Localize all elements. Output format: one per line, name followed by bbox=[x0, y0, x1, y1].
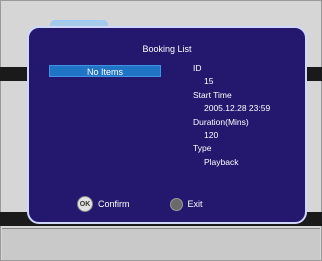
booking-list-dialog: Booking List No Items ID 15 Start Time 2… bbox=[27, 26, 307, 224]
exit-button-icon bbox=[169, 197, 183, 211]
bottom-strip bbox=[2, 228, 320, 260]
id-label: ID bbox=[193, 63, 202, 73]
dialog-title: Booking List bbox=[142, 44, 192, 54]
ok-button-icon[interactable]: OK bbox=[77, 196, 93, 212]
booking-details: ID 15 Start Time 2005.12.28 23:59 Durati… bbox=[193, 62, 270, 169]
start-time-value: 2005.12.28 23:59 bbox=[204, 103, 271, 114]
duration-value: 120 bbox=[204, 129, 219, 140]
id-value: 15 bbox=[204, 76, 214, 87]
confirm-label: Confirm bbox=[98, 199, 130, 209]
list-item-no-items[interactable]: No Items bbox=[49, 65, 161, 77]
type-label: Type bbox=[193, 143, 212, 154]
start-time-label: Start Time bbox=[193, 89, 232, 100]
type-value: Playback bbox=[204, 156, 239, 167]
exit-button[interactable]: Exit bbox=[169, 197, 203, 211]
exit-label: Exit bbox=[187, 199, 203, 209]
duration-label: Duration(Mins) bbox=[193, 116, 249, 127]
dialog-footer: OK Confirm Exit bbox=[77, 196, 203, 212]
